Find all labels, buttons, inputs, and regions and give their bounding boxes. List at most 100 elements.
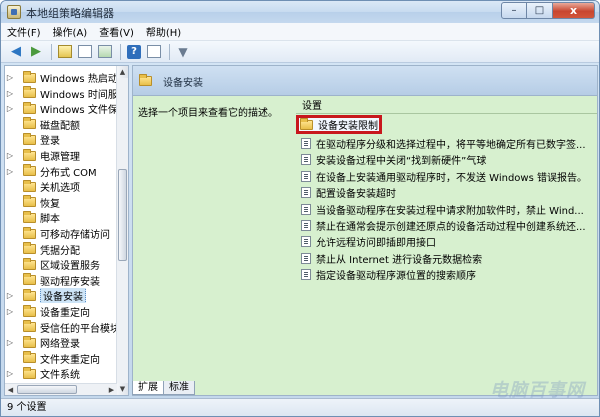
details-title: 设备安装 — [163, 78, 203, 89]
expand-icon[interactable]: ▷ — [5, 89, 15, 98]
tree-item-label: 设备重定向 — [40, 308, 90, 319]
tree-item[interactable]: 磁盘配额 — [5, 117, 117, 132]
title-bar[interactable]: 本地组策略编辑器 – □ x — [1, 1, 599, 23]
policy-setting-item[interactable]: 指定设备驱动程序源位置的搜索顺序 — [299, 267, 597, 282]
folder-icon — [23, 351, 36, 364]
tree-item-label: 可移动存储访问 — [40, 230, 110, 241]
tree-item[interactable]: 关机选项 — [5, 179, 117, 194]
folder-icon — [23, 132, 36, 145]
menu-file[interactable]: 文件(F) — [7, 24, 41, 39]
tree-item-label: 文件夹重定向 — [40, 354, 100, 366]
policy-item-label: 禁止在通常会提示创建还原点的设备活动过程中创建系统还... — [316, 222, 586, 233]
tree-item[interactable]: ▷ 设备安装 — [5, 288, 117, 304]
expand-icon[interactable]: ▷ — [5, 167, 15, 176]
expand-icon[interactable]: ▷ — [5, 338, 15, 347]
window-controls: – □ x — [501, 2, 595, 19]
tree-item[interactable]: 文件夹重定向 — [5, 351, 117, 366]
back-arrow-icon[interactable]: ◀ — [7, 43, 25, 61]
minimize-button[interactable]: – — [501, 2, 527, 19]
scroll-down-icon[interactable]: ▼ — [117, 383, 128, 395]
tree-item[interactable]: 登录 — [5, 132, 117, 147]
expand-icon[interactable]: ▷ — [5, 151, 15, 160]
tree-item[interactable]: 恢复 — [5, 195, 117, 210]
tree-item[interactable]: ▷ 网络登录 — [5, 335, 117, 350]
scroll-thumb[interactable] — [118, 169, 127, 261]
menu-view[interactable]: 查看(V) — [99, 24, 134, 39]
toolbar-separator — [169, 43, 170, 60]
details-pane: 设备安装 选择一个项目来查看它的描述。 设置 设备安装限制在驱动程序分级和选择过… — [132, 65, 598, 396]
tree-item[interactable]: 可移动存储访问 — [5, 226, 117, 241]
show-tree-icon[interactable] — [76, 43, 94, 61]
scroll-right-icon[interactable]: ▶ — [106, 384, 117, 395]
tree-item[interactable]: 凭据分配 — [5, 242, 117, 257]
expand-icon[interactable]: ▷ — [5, 73, 15, 82]
menu-help[interactable]: 帮助(H) — [146, 24, 181, 39]
close-button[interactable]: x — [553, 2, 595, 19]
tree-item[interactable]: ▷ 设备重定向 — [5, 304, 117, 319]
folder-icon — [23, 257, 36, 270]
tree-item[interactable]: 驱动程序安装 — [5, 273, 117, 288]
policy-setting-item[interactable]: 当设备驱动程序在安装过程中请求附加软件时，禁止 Wind... — [299, 202, 597, 217]
policy-setting-item[interactable]: 配置设备安装超时 — [299, 185, 597, 200]
policy-item-label: 配置设备安装超时 — [316, 189, 396, 201]
policy-setting-item[interactable]: 允许远程访问即插即用接口 — [299, 234, 597, 249]
tab-standard[interactable]: 标准 — [163, 381, 195, 395]
policy-setting-item[interactable]: 安装设备过程中关闭“找到新硬件”气球 — [299, 152, 597, 167]
tree-horizontal-scrollbar[interactable]: ◀ ▶ — [5, 383, 117, 395]
help-icon[interactable]: ? — [125, 43, 143, 61]
expand-icon[interactable]: ▷ — [5, 291, 15, 300]
folder-icon — [23, 242, 36, 255]
toolbar: ◀ ▶ ? ▼ — [1, 41, 599, 63]
tree-item[interactable]: ▷ Windows 热启动 — [5, 70, 117, 85]
expand-icon[interactable]: ▷ — [5, 104, 15, 113]
policy-item-label: 在设备上安装通用驱动程序时，不发送 Windows 错误报告。 — [316, 172, 587, 184]
policy-item-label: 在驱动程序分级和选择过程中，将平等地确定所有已数字签... — [316, 140, 586, 151]
tree-vertical-scrollbar[interactable]: ▲ ▼ — [116, 66, 128, 395]
properties-icon[interactable] — [145, 43, 163, 61]
policy-setting-item[interactable]: 禁止在通常会提示创建还原点的设备活动过程中创建系统还... — [299, 218, 597, 233]
folder-icon — [23, 288, 36, 301]
toolbar-separator — [120, 43, 121, 60]
forward-arrow-icon[interactable]: ▶ — [27, 43, 45, 61]
policy-item-label: 设备安装限制 — [318, 121, 378, 132]
policy-setting-item[interactable]: 在驱动程序分级和选择过程中，将平等地确定所有已数字签... — [299, 136, 597, 151]
tree-item[interactable]: ▷ 电源管理 — [5, 148, 117, 163]
column-header-setting[interactable]: 设置 — [296, 100, 597, 114]
description-text: 选择一个项目来查看它的描述。 — [138, 108, 278, 119]
tree-item[interactable]: ▷ 文件系统 — [5, 366, 117, 381]
tab-extended[interactable]: 扩展 — [132, 381, 164, 395]
tree-item-label: Windows 文件保护 — [40, 105, 117, 117]
policy-setting-icon — [301, 187, 311, 199]
export-icon[interactable] — [96, 43, 114, 61]
policy-setting-item[interactable]: 在设备上安装通用驱动程序时，不发送 Windows 错误报告。 — [299, 169, 597, 184]
policy-setting-item[interactable]: 禁止从 Internet 进行设备元数据检索 — [299, 251, 597, 266]
tree-item[interactable]: ▷ Windows 文件保护 — [5, 101, 117, 116]
tree-item[interactable]: 区域设置服务 — [5, 257, 117, 272]
tree-item-label: 登录 — [40, 136, 60, 148]
scroll-left-icon[interactable]: ◀ — [5, 384, 16, 395]
folder-icon — [23, 226, 36, 239]
filter-icon[interactable]: ▼ — [174, 43, 192, 61]
folder-icon — [23, 101, 36, 114]
expand-icon[interactable]: ▷ — [5, 307, 15, 316]
scroll-thumb[interactable] — [17, 385, 77, 394]
tree-item-label: 驱动程序安装 — [40, 276, 100, 288]
policy-item-label: 禁止从 Internet 进行设备元数据检索 — [316, 254, 483, 266]
menu-action[interactable]: 操作(A) — [53, 24, 88, 39]
policy-tree[interactable]: ▷ Windows 热启动 ▷ Windows 时间服务 ▷ Windows 文件保护磁盘… — [4, 65, 129, 396]
details-header: 设备安装 — [133, 66, 597, 96]
tree-item-label: 关机选项 — [40, 183, 80, 195]
tree-item[interactable]: ▷ Windows 时间服务 — [5, 86, 117, 101]
up-folder-icon[interactable] — [56, 43, 74, 61]
folder-icon — [23, 273, 36, 286]
folder-icon — [23, 164, 36, 177]
expand-icon[interactable]: ▷ — [5, 369, 15, 378]
tree-item[interactable]: ▷ 分布式 COM — [5, 164, 117, 179]
policy-folder-item[interactable]: 设备安装限制 — [296, 115, 382, 134]
maximize-button[interactable]: □ — [527, 2, 553, 19]
tree-item-label: Windows 时间服务 — [40, 89, 117, 101]
tree-item[interactable]: 脚本 — [5, 210, 117, 225]
scroll-up-icon[interactable]: ▲ — [117, 66, 128, 78]
folder-icon — [23, 320, 36, 333]
tree-item[interactable]: 受信任的平台模块 — [5, 320, 117, 335]
